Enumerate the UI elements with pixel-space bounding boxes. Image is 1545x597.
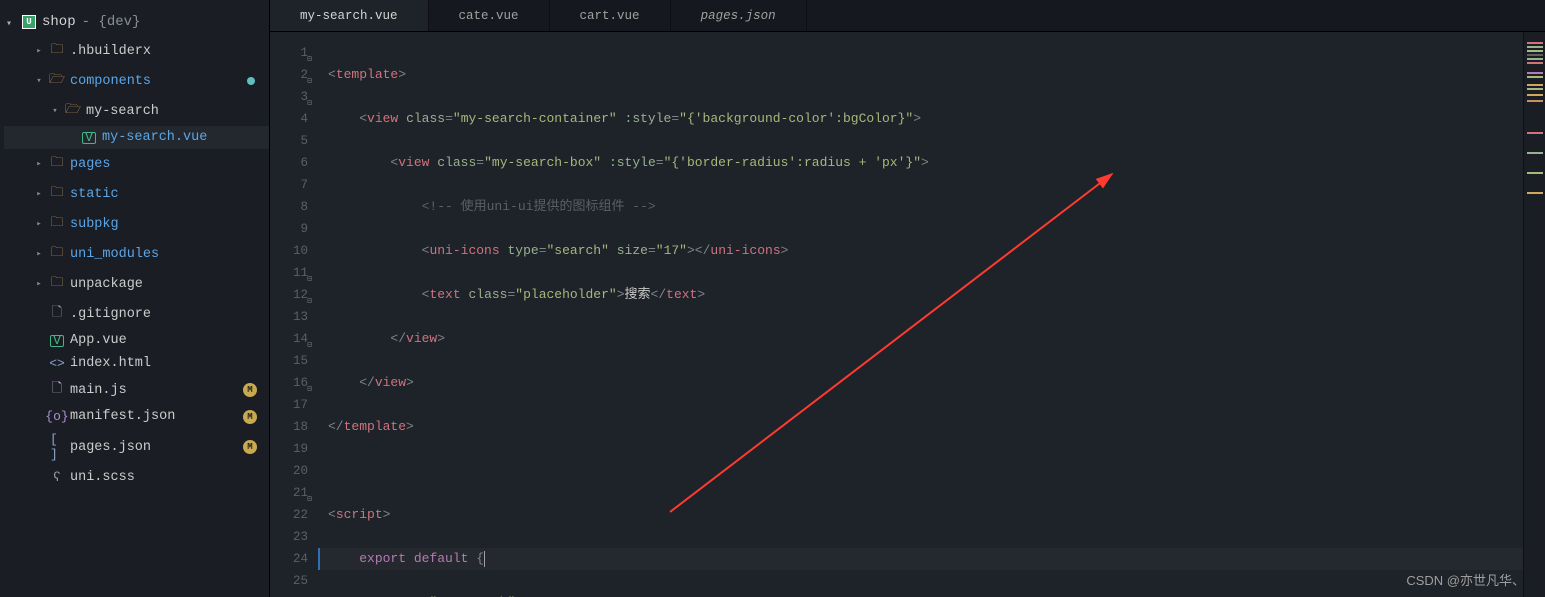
folder-unpackage[interactable]: ▸🗀unpackage — [4, 269, 269, 299]
project-root[interactable]: U shop - {dev} — [0, 8, 269, 36]
folder-components[interactable]: ▾🗁components — [4, 66, 269, 96]
folder-static[interactable]: ▸🗀static — [4, 179, 269, 209]
folder-hbuilderx[interactable]: ▸🗀.hbuilderx — [4, 36, 269, 66]
code-content[interactable]: <template> <view class="my-search-contai… — [318, 32, 1523, 597]
project-icon: U — [22, 15, 36, 29]
folder-my-search[interactable]: ▾🗁my-search — [4, 96, 269, 126]
modified-dot — [247, 77, 255, 85]
chevron-down-icon[interactable]: ▾ — [6, 18, 12, 30]
minimap[interactable] — [1523, 32, 1545, 597]
file-my-search-vue[interactable]: Vmy-search.vue — [4, 126, 269, 149]
file-uni-scss[interactable]: ʕuni.scss — [4, 466, 269, 489]
text-cursor — [484, 551, 485, 567]
file-explorer-sidebar: ▾ U shop - {dev} ▸🗀.hbuilderx ▾🗁componen… — [0, 0, 270, 597]
editor-area: my-search.vue cate.vue cart.vue pages.js… — [270, 0, 1545, 597]
tab-cart-vue[interactable]: cart.vue — [550, 0, 671, 31]
file-index-html[interactable]: <>index.html — [4, 352, 269, 375]
modified-badge: M — [243, 440, 257, 454]
tab-my-search-vue[interactable]: my-search.vue — [270, 0, 429, 31]
folder-uni-modules[interactable]: ▸🗀uni_modules — [4, 239, 269, 269]
file-app-vue[interactable]: VApp.vue — [4, 329, 269, 352]
folder-subpkg[interactable]: ▸🗀subpkg — [4, 209, 269, 239]
watermark: CSDN @亦世凡华、 — [1406, 570, 1525, 589]
file-manifest-json[interactable]: {o}manifest.jsonM — [4, 405, 269, 428]
file-pages-json[interactable]: [ ]pages.jsonM — [4, 428, 269, 466]
project-name: shop — [42, 14, 76, 30]
modified-badge: M — [243, 410, 257, 424]
tab-pages-json[interactable]: pages.json — [671, 0, 807, 31]
tab-bar: my-search.vue cate.vue cart.vue pages.js… — [270, 0, 1545, 32]
folder-pages[interactable]: ▸🗀pages — [4, 149, 269, 179]
file-main-js[interactable]: 🗋main.jsM — [4, 375, 269, 405]
file-gitignore[interactable]: 🗋.gitignore — [4, 299, 269, 329]
modified-badge: M — [243, 383, 257, 397]
code-area[interactable]: 1⊟2⊟3⊟ 45678910 11⊟12⊟1314⊟15 16⊟1718192… — [270, 32, 1545, 597]
project-env: - {dev} — [82, 14, 141, 30]
line-gutter: 1⊟2⊟3⊟ 45678910 11⊟12⊟1314⊟15 16⊟1718192… — [270, 32, 318, 597]
tab-cate-vue[interactable]: cate.vue — [429, 0, 550, 31]
cursor-line[interactable]: export default { — [318, 548, 1523, 570]
